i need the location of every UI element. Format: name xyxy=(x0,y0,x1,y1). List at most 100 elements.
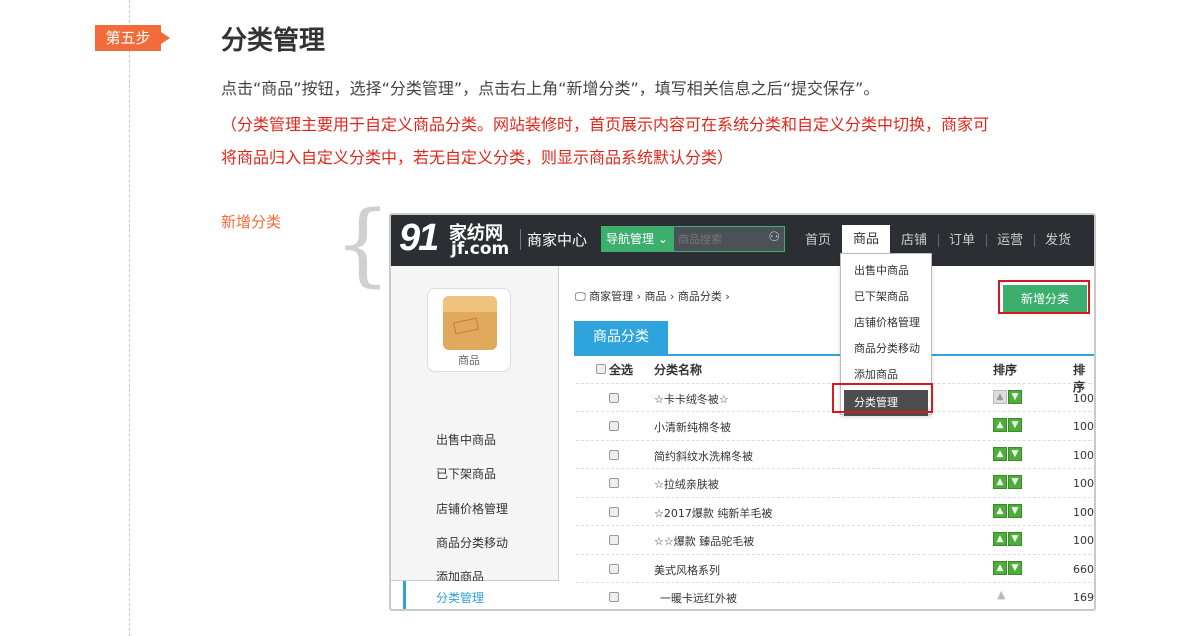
nav-operations[interactable]: 运营 xyxy=(986,215,1034,266)
row-checkbox[interactable] xyxy=(609,421,619,431)
search-input[interactable] xyxy=(674,227,758,251)
merchant-center-title: 商家中心 xyxy=(520,229,587,250)
nav-shipping[interactable]: 发货 xyxy=(1034,215,1082,266)
logo-number: 91 xyxy=(399,217,439,259)
sidebar-item-off-shelf[interactable]: 已下架商品 xyxy=(436,465,496,482)
note-line-1: （分类管理主要用于自定义商品分类。网站装修时，首页展示内容可在系统分类和自定义分… xyxy=(221,115,990,134)
table-row: ☆2017爆款 纯新羊毛被 ▲ ▼ 100 xyxy=(576,497,1094,525)
arrow-down-icon[interactable]: ▼ xyxy=(1008,390,1022,404)
row-checkbox[interactable] xyxy=(609,478,619,488)
step-tag: 第五步 xyxy=(95,25,170,51)
arrow-down-icon[interactable]: ▼ xyxy=(1008,532,1022,546)
arrow-up-icon[interactable]: ▲ xyxy=(993,390,1007,404)
breadcrumb-item[interactable]: 商品 xyxy=(645,290,667,303)
nav-manage-button[interactable]: 导航管理 ⌄ xyxy=(601,226,673,252)
logo-domain: jf.com xyxy=(451,239,510,259)
category-name: 简约斜纹水洗棉冬被 xyxy=(654,450,753,463)
sort-value: 100 xyxy=(1073,534,1094,547)
arrow-up-icon[interactable]: ▲ xyxy=(993,418,1007,432)
category-name: 美式风格系列 xyxy=(654,564,720,577)
highlight-box xyxy=(832,383,933,413)
arrow-up-icon[interactable]: ▲ xyxy=(993,504,1007,518)
category-name: ☆卡卡绒冬被☆ xyxy=(654,393,729,406)
sort-value: 100 xyxy=(1073,506,1094,519)
sort-arrows: ▲ ▼ xyxy=(993,474,1023,489)
table-row: 一暖卡远红外被 ▲ 169 xyxy=(576,582,1094,609)
tutorial-page: 第五步 分类管理 点击“商品”按钮，选择“分类管理”，点击右上角“新增分类”，填… xyxy=(0,0,1190,636)
highlight-box xyxy=(998,280,1090,314)
sidebar-item-price[interactable]: 店铺价格管理 xyxy=(436,500,508,517)
sidebar-active-label: 分类管理 xyxy=(436,591,485,605)
sort-arrows: ▲ ▼ xyxy=(993,503,1023,518)
side-label: 新增分类 xyxy=(221,213,282,231)
category-name: ☆2017爆款 纯新羊毛被 xyxy=(654,507,773,520)
product-card[interactable]: 商品 xyxy=(427,288,511,372)
screenshot-frame: 91 家纺网 jf.com 商家中心 导航管理 ⌄ ⚇ 首页 商品 店铺 订单 … xyxy=(389,213,1096,611)
product-label: 商品 xyxy=(458,354,480,367)
row-checkbox[interactable] xyxy=(609,450,619,460)
sidebar-item-category-manage[interactable]: 分类管理 xyxy=(403,581,559,609)
search-box: ⚇ xyxy=(673,226,785,252)
header-select-all: 全选 xyxy=(609,363,634,377)
arrow-up-icon[interactable]: ▲ xyxy=(993,532,1007,546)
step-description: 点击“商品”按钮，选择“分类管理”，点击右上角“新增分类”，填写相关信息之后“提… xyxy=(221,79,880,98)
category-name: 一暖卡远红外被 xyxy=(660,592,737,605)
row-checkbox[interactable] xyxy=(609,535,619,545)
arrow-down-icon[interactable]: ▼ xyxy=(1008,447,1022,461)
row-checkbox[interactable] xyxy=(609,507,619,517)
menu-item-off-shelf[interactable]: 已下架商品 xyxy=(841,284,931,310)
table-row: 美式风格系列 ▲ ▼ 660 xyxy=(576,554,1094,582)
sort-value: 100 xyxy=(1073,420,1094,433)
nav-orders[interactable]: 订单 xyxy=(938,215,986,266)
arrow-up-icon[interactable]: ▲ xyxy=(993,561,1007,575)
note-line-2: 将商品归入自定义分类中，若无自定义分类，则显示商品系统默认分类） xyxy=(221,148,734,167)
row-checkbox[interactable] xyxy=(609,592,619,602)
header-category-name: 分类名称 xyxy=(654,363,703,377)
header-sort: 排序 xyxy=(993,363,1018,377)
sidebar-item-move-category[interactable]: 商品分类移动 xyxy=(436,534,508,551)
tab-goods-category[interactable]: 商品分类 xyxy=(574,321,668,355)
monitor-icon: 🖵 xyxy=(575,290,586,303)
sort-arrows: ▲ ▼ xyxy=(993,560,1023,575)
breadcrumb-item[interactable]: 商品分类 xyxy=(678,290,722,303)
table-row: 简约斜纹水洗棉冬被 ▲ ▼ 100 xyxy=(576,440,1094,468)
sidebar: 商品 出售中商品 已下架商品 店铺价格管理 商品分类移动 添加商品 xyxy=(391,266,559,584)
sort-value: 100 xyxy=(1073,392,1094,405)
sort-value: 100 xyxy=(1073,477,1094,490)
arrow-up-icon[interactable]: ▲ xyxy=(993,447,1007,461)
category-name: ☆拉绒亲肤被 xyxy=(654,478,719,491)
sort-arrows: ▲ ▼ xyxy=(993,417,1023,432)
sort-value: 660 xyxy=(1073,563,1094,576)
binoculars-icon[interactable]: ⚇ xyxy=(768,230,780,245)
menu-item-move-category[interactable]: 商品分类移动 xyxy=(841,336,931,362)
chevron-down-icon: ⌄ xyxy=(657,232,668,246)
table-row: ☆☆爆款 臻品驼毛被 ▲ ▼ 100 xyxy=(576,525,1094,553)
table-header: 全选 分类名称 排序 排序 xyxy=(576,361,1094,394)
arrow-down-icon[interactable]: ▼ xyxy=(1008,504,1022,518)
step-title: 分类管理 xyxy=(221,26,326,56)
package-icon xyxy=(443,296,497,350)
row-checkbox[interactable] xyxy=(609,393,619,403)
arrow-up-icon[interactable]: ▲ xyxy=(993,475,1007,489)
table-row: 小清新纯棉冬被 ▲ ▼ 100 xyxy=(576,411,1094,439)
sidebar-item-on-sale[interactable]: 出售中商品 xyxy=(436,431,496,448)
select-all-checkbox[interactable] xyxy=(596,364,606,374)
arrow-down-icon[interactable]: ▼ xyxy=(1008,475,1022,489)
timeline-line xyxy=(129,0,130,636)
sort-value: 169 xyxy=(1073,591,1094,604)
tab-underline xyxy=(574,354,1094,356)
arrow-down-icon[interactable]: ▼ xyxy=(1008,561,1022,575)
menu-item-on-sale[interactable]: 出售中商品 xyxy=(841,258,931,284)
nav-home[interactable]: 首页 xyxy=(794,215,842,266)
brace-decoration: { xyxy=(334,192,392,297)
arrow-down-icon[interactable]: ▼ xyxy=(1008,418,1022,432)
category-name: ☆☆爆款 臻品驼毛被 xyxy=(654,535,755,548)
row-checkbox[interactable] xyxy=(609,564,619,574)
sort-arrows: ▲ ▼ xyxy=(993,446,1023,461)
menu-item-price[interactable]: 店铺价格管理 xyxy=(841,310,931,336)
category-name: 小清新纯棉冬被 xyxy=(654,421,731,434)
breadcrumb-item[interactable]: 商家管理 xyxy=(589,290,633,303)
sort-value: 100 xyxy=(1073,449,1094,462)
sort-up-icon[interactable]: ▲ xyxy=(997,588,1005,601)
sort-arrows: ▲ ▼ xyxy=(993,389,1023,404)
